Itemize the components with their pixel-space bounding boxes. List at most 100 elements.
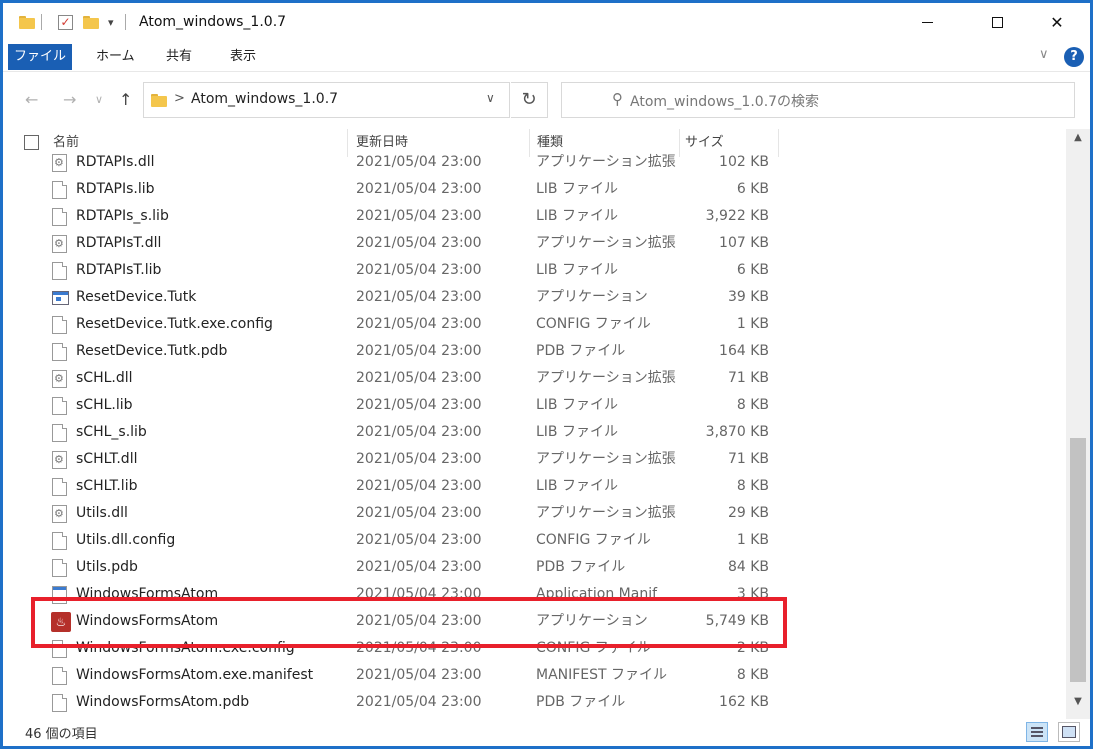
file-row[interactable]: RDTAPIsT.dll 2021/05/04 23:00 アプリケーション拡張 10…: [3, 230, 1066, 257]
back-button[interactable]: ←: [25, 88, 38, 112]
file-type: CONFIG ファイル: [536, 640, 651, 656]
file-row[interactable]: WindowsFormsAtom.pdb 2021/05/04 23:00 PDB …: [3, 689, 1066, 716]
file-type: アプリケーション: [536, 289, 648, 305]
file-type: Application Manif: [536, 586, 658, 602]
file-row[interactable]: Utils.dll.config 2021/05/04 23:00 CONFIG フ…: [3, 527, 1066, 554]
recent-locations-button[interactable]: ∨: [95, 88, 103, 112]
file-size: 102 KB: [719, 154, 769, 170]
file-type: LIB ファイル: [536, 181, 618, 197]
file-icon: [52, 316, 67, 334]
scroll-down-icon[interactable]: ▼: [1066, 693, 1090, 711]
file-date: 2021/05/04 23:00: [356, 370, 482, 386]
file-date: 2021/05/04 23:00: [356, 235, 482, 251]
file-name: sCHLT.dll: [76, 451, 138, 467]
file-type: MANIFEST ファイル: [536, 667, 668, 683]
app-icon: [52, 291, 69, 305]
file-row[interactable]: sCHL.lib 2021/05/04 23:00 LIB ファイル 8 KB: [3, 392, 1066, 419]
new-folder-icon[interactable]: [83, 3, 99, 41]
quick-access-dropdown-icon[interactable]: ▾: [108, 3, 114, 41]
file-row[interactable]: RDTAPIsT.lib 2021/05/04 23:00 LIB ファイル 6 KB: [3, 257, 1066, 284]
tab-view[interactable]: 表示: [230, 44, 256, 70]
search-box[interactable]: ⚲ Atom_windows_1.0.7の検索: [561, 82, 1075, 118]
file-name: WindowsFormsAtom: [76, 586, 219, 602]
file-row[interactable]: sCHL.dll 2021/05/04 23:00 アプリケーション拡張 71 KB: [3, 365, 1066, 392]
close-button[interactable]: ✕: [1034, 3, 1080, 41]
file-row[interactable]: sCHL_s.lib 2021/05/04 23:00 LIB ファイル 3,870 …: [3, 419, 1066, 446]
file-row[interactable]: Utils.dll 2021/05/04 23:00 アプリケーション拡張 29 KB: [3, 500, 1066, 527]
file-date: 2021/05/04 23:00: [356, 289, 482, 305]
file-row[interactable]: WindowsFormsAtom 2021/05/04 23:00 Applicat…: [3, 581, 1066, 608]
file-name: WindowsFormsAtom.pdb: [76, 694, 250, 710]
tab-share[interactable]: 共有: [166, 44, 192, 70]
path-separator-icon[interactable]: >: [174, 91, 185, 106]
large-icons-view-button[interactable]: [1058, 722, 1080, 742]
file-size: 39 KB: [727, 289, 769, 305]
folder-icon: [19, 3, 35, 41]
address-dropdown-icon[interactable]: ∨: [486, 91, 495, 105]
file-row[interactable]: RDTAPIs_s.lib 2021/05/04 23:00 LIB ファイル 3,9…: [3, 203, 1066, 230]
file-date: 2021/05/04 23:00: [356, 262, 482, 278]
file-date: 2021/05/04 23:00: [356, 316, 482, 332]
minimize-icon: [921, 21, 933, 23]
file-row[interactable]: ResetDevice.Tutk 2021/05/04 23:00 アプリケーション…: [3, 284, 1066, 311]
scroll-up-icon[interactable]: ▲: [1066, 129, 1090, 147]
properties-icon[interactable]: ✓: [58, 3, 73, 41]
search-input[interactable]: Atom_windows_1.0.7の検索: [612, 91, 819, 111]
file-size: 3,922 KB: [705, 208, 769, 224]
address-path[interactable]: Atom_windows_1.0.7: [191, 91, 338, 107]
file-size: 2 KB: [736, 640, 769, 656]
file-row[interactable]: RDTAPIs.lib 2021/05/04 23:00 LIB ファイル 6 KB: [3, 176, 1066, 203]
select-all-checkbox[interactable]: [24, 135, 39, 150]
help-icon[interactable]: ?: [1064, 47, 1084, 67]
file-size: 8 KB: [736, 478, 769, 494]
file-row[interactable]: Utils.pdb 2021/05/04 23:00 PDB ファイル 84 KB: [3, 554, 1066, 581]
file-date: 2021/05/04 23:00: [356, 667, 482, 683]
file-row[interactable]: ResetDevice.Tutk.exe.config 2021/05/04 23…: [3, 311, 1066, 338]
up-button[interactable]: ↑: [119, 88, 132, 112]
tab-home[interactable]: ホーム: [96, 44, 135, 70]
file-size: 1 KB: [736, 532, 769, 548]
file-type: LIB ファイル: [536, 478, 618, 494]
file-size: 3 KB: [736, 586, 769, 602]
status-bar: 46 個の項目: [3, 719, 1090, 746]
file-row[interactable]: ♨ WindowsFormsAtom 2021/05/04 23:00 アプリケーショ…: [3, 608, 1066, 635]
address-bar[interactable]: > Atom_windows_1.0.7 ∨: [143, 82, 510, 118]
file-date: 2021/05/04 23:00: [356, 586, 482, 602]
file-type: CONFIG ファイル: [536, 532, 651, 548]
file-date: 2021/05/04 23:00: [356, 559, 482, 575]
file-date: 2021/05/04 23:00: [356, 181, 482, 197]
maximize-button[interactable]: [974, 3, 1020, 41]
tab-file[interactable]: ファイル: [8, 44, 72, 70]
file-size: 162 KB: [719, 694, 769, 710]
file-size: 6 KB: [736, 262, 769, 278]
details-view-button[interactable]: [1026, 722, 1048, 742]
forward-button[interactable]: →: [63, 88, 76, 112]
file-size: 84 KB: [727, 559, 769, 575]
file-row[interactable]: RDTAPIs.dll 2021/05/04 23:00 アプリケーション拡張 102…: [3, 149, 1066, 176]
minimize-button[interactable]: [904, 3, 950, 41]
file-type: アプリケーション拡張: [536, 154, 676, 170]
close-icon: ✕: [1050, 12, 1064, 32]
separator: [41, 3, 42, 41]
file-name: sCHL_s.lib: [76, 424, 147, 440]
ribbon-expand-icon[interactable]: ∨: [1039, 47, 1049, 62]
file-row[interactable]: sCHLT.dll 2021/05/04 23:00 アプリケーション拡張 71 KB: [3, 446, 1066, 473]
file-icon: [52, 667, 67, 685]
file-name: WindowsFormsAtom: [76, 613, 219, 629]
file-date: 2021/05/04 23:00: [356, 505, 482, 521]
file-row[interactable]: sCHLT.lib 2021/05/04 23:00 LIB ファイル 8 KB: [3, 473, 1066, 500]
file-type: LIB ファイル: [536, 424, 618, 440]
scrollbar-thumb[interactable]: [1070, 438, 1086, 682]
file-row[interactable]: ResetDevice.Tutk.pdb 2021/05/04 23:00 PDB …: [3, 338, 1066, 365]
file-icon: [52, 478, 67, 496]
file-size: 29 KB: [727, 505, 769, 521]
file-row[interactable]: WindowsFormsAtom.exe.manifest 2021/05/04 …: [3, 662, 1066, 689]
vertical-scrollbar[interactable]: ▲ ▼: [1066, 129, 1090, 719]
refresh-button[interactable]: ↻: [511, 82, 548, 118]
file-name: sCHL.dll: [76, 370, 133, 386]
file-size: 5,749 KB: [705, 613, 769, 629]
file-type: PDB ファイル: [536, 343, 626, 359]
file-name: RDTAPIsT.dll: [76, 235, 162, 251]
file-size: 1 KB: [736, 316, 769, 332]
file-row[interactable]: WindowsFormsAtom.exe.config 2021/05/04 23…: [3, 635, 1066, 662]
